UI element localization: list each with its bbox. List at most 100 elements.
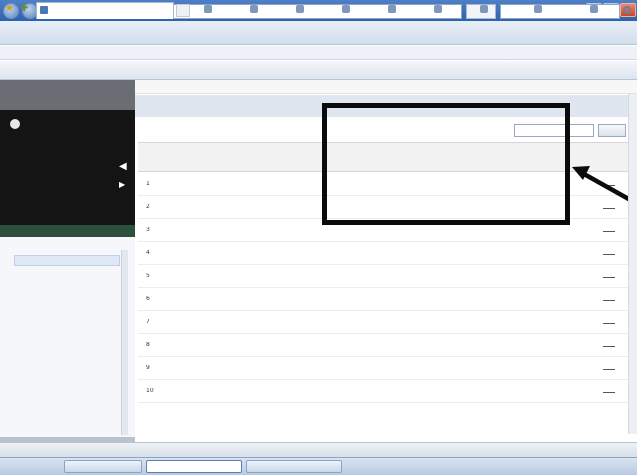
- table-cell: [334, 388, 360, 396]
- table-cell: [370, 388, 396, 396]
- command-item[interactable]: [260, 5, 290, 14]
- table-cell: [210, 319, 240, 327]
- add-favorite-icon[interactable]: ✚: [20, 4, 30, 14]
- print-icon[interactable]: [296, 5, 304, 13]
- toolbar-link[interactable]: [166, 84, 178, 92]
- home-icon[interactable]: [204, 5, 212, 13]
- row-number: 9: [146, 365, 150, 371]
- table-cell: [210, 296, 240, 304]
- user-icon: [10, 119, 20, 129]
- empty-cell-dash: [603, 231, 615, 232]
- table-cell: [370, 342, 396, 350]
- command-item[interactable]: [214, 5, 246, 14]
- toolbar-link[interactable]: [382, 84, 396, 92]
- row-number: 7: [146, 319, 150, 325]
- command-item[interactable]: [444, 5, 476, 14]
- table-cell: [370, 227, 396, 235]
- expand-arrow-icon[interactable]: ▶: [119, 180, 129, 190]
- toolbar-link[interactable]: [274, 84, 286, 92]
- table-cell: [210, 365, 240, 373]
- column-header[interactable]: [170, 149, 200, 157]
- table-cell: [512, 227, 568, 235]
- feeds-icon[interactable]: [250, 5, 258, 13]
- empty-cell-dash: [603, 277, 615, 278]
- command-item[interactable]: [600, 5, 635, 14]
- taskbar-item[interactable]: [64, 460, 142, 473]
- command-item[interactable]: [490, 5, 528, 14]
- tab-bar: [0, 61, 637, 80]
- safety-icon[interactable]: [388, 5, 396, 13]
- page-menu-icon[interactable]: [342, 5, 350, 13]
- table-cell: [412, 388, 456, 396]
- empty-cell-dash: [603, 392, 615, 393]
- status-text: [6, 446, 206, 454]
- table-cell: [412, 342, 456, 350]
- collapse-arrow-icon[interactable]: ◀: [119, 162, 129, 172]
- table-cell: [210, 273, 240, 281]
- addon-icon[interactable]: [534, 5, 542, 13]
- help-icon[interactable]: [480, 5, 488, 13]
- page-icon: [40, 6, 48, 14]
- taskbar-item-active[interactable]: [146, 460, 242, 473]
- left-panel-header: [0, 80, 135, 110]
- row-number: 10: [146, 388, 154, 394]
- toolbar-link[interactable]: [292, 84, 304, 92]
- table-cell: [170, 227, 206, 235]
- tree-scrollbar[interactable]: [121, 250, 128, 435]
- content-scrollbar[interactable]: [628, 94, 637, 434]
- new-tab-button[interactable]: [176, 4, 190, 17]
- toolbar-link[interactable]: [256, 84, 268, 92]
- table-cell: [170, 365, 206, 373]
- tools-icon[interactable]: [434, 5, 442, 13]
- favorites-star-icon[interactable]: ★: [5, 4, 15, 14]
- command-item[interactable]: [544, 5, 584, 14]
- tree-root-item[interactable]: [8, 242, 128, 250]
- table-cell: [170, 388, 206, 396]
- table-cell: [370, 365, 396, 373]
- left-tab[interactable]: [68, 227, 118, 236]
- user-label[interactable]: [24, 121, 104, 129]
- toolbar-link[interactable]: [328, 84, 340, 92]
- table-cell: [170, 296, 206, 304]
- zoom-level[interactable]: [592, 446, 632, 454]
- table-cell: [270, 296, 326, 304]
- command-item[interactable]: [352, 5, 382, 14]
- table-cell: [512, 342, 568, 350]
- command-item[interactable]: [398, 5, 428, 14]
- toolbar-link[interactable]: [310, 84, 322, 92]
- toolbar-link[interactable]: [202, 84, 214, 92]
- table-cell: [334, 365, 360, 373]
- table-cell: [270, 204, 326, 212]
- tab-active[interactable]: [36, 2, 174, 19]
- addon-icon[interactable]: [590, 5, 598, 13]
- column-header[interactable]: [222, 149, 252, 157]
- pagination[interactable]: [148, 127, 318, 137]
- start-button[interactable]: [2, 460, 62, 473]
- toolbar-link[interactable]: [238, 84, 250, 92]
- table-cell: [270, 365, 326, 373]
- toolbar-link[interactable]: [364, 84, 376, 92]
- row-number: 3: [146, 227, 150, 233]
- search-button[interactable]: [598, 124, 626, 137]
- navigation-tree: [0, 237, 135, 437]
- table-cell: [210, 204, 240, 212]
- security-zone[interactable]: [478, 446, 558, 454]
- empty-cell-dash: [603, 369, 615, 370]
- table-cell: [210, 227, 240, 235]
- table-cell: [512, 388, 568, 396]
- left-tab[interactable]: [8, 227, 58, 236]
- toolbar-link[interactable]: [220, 84, 232, 92]
- table-cell: [370, 273, 396, 281]
- column-header[interactable]: [282, 149, 312, 157]
- system-tray: [508, 459, 635, 473]
- toolbar-link[interactable]: [598, 84, 630, 92]
- taskbar-item[interactable]: [246, 460, 342, 473]
- toolbar-link[interactable]: [346, 84, 358, 92]
- column-header[interactable]: [594, 149, 624, 157]
- table-cell: [470, 388, 498, 396]
- table-cell: [270, 273, 326, 281]
- command-item[interactable]: [306, 5, 336, 14]
- table-cell: [334, 273, 360, 281]
- table-cell: [210, 250, 240, 258]
- toolbar-link[interactable]: [184, 84, 196, 92]
